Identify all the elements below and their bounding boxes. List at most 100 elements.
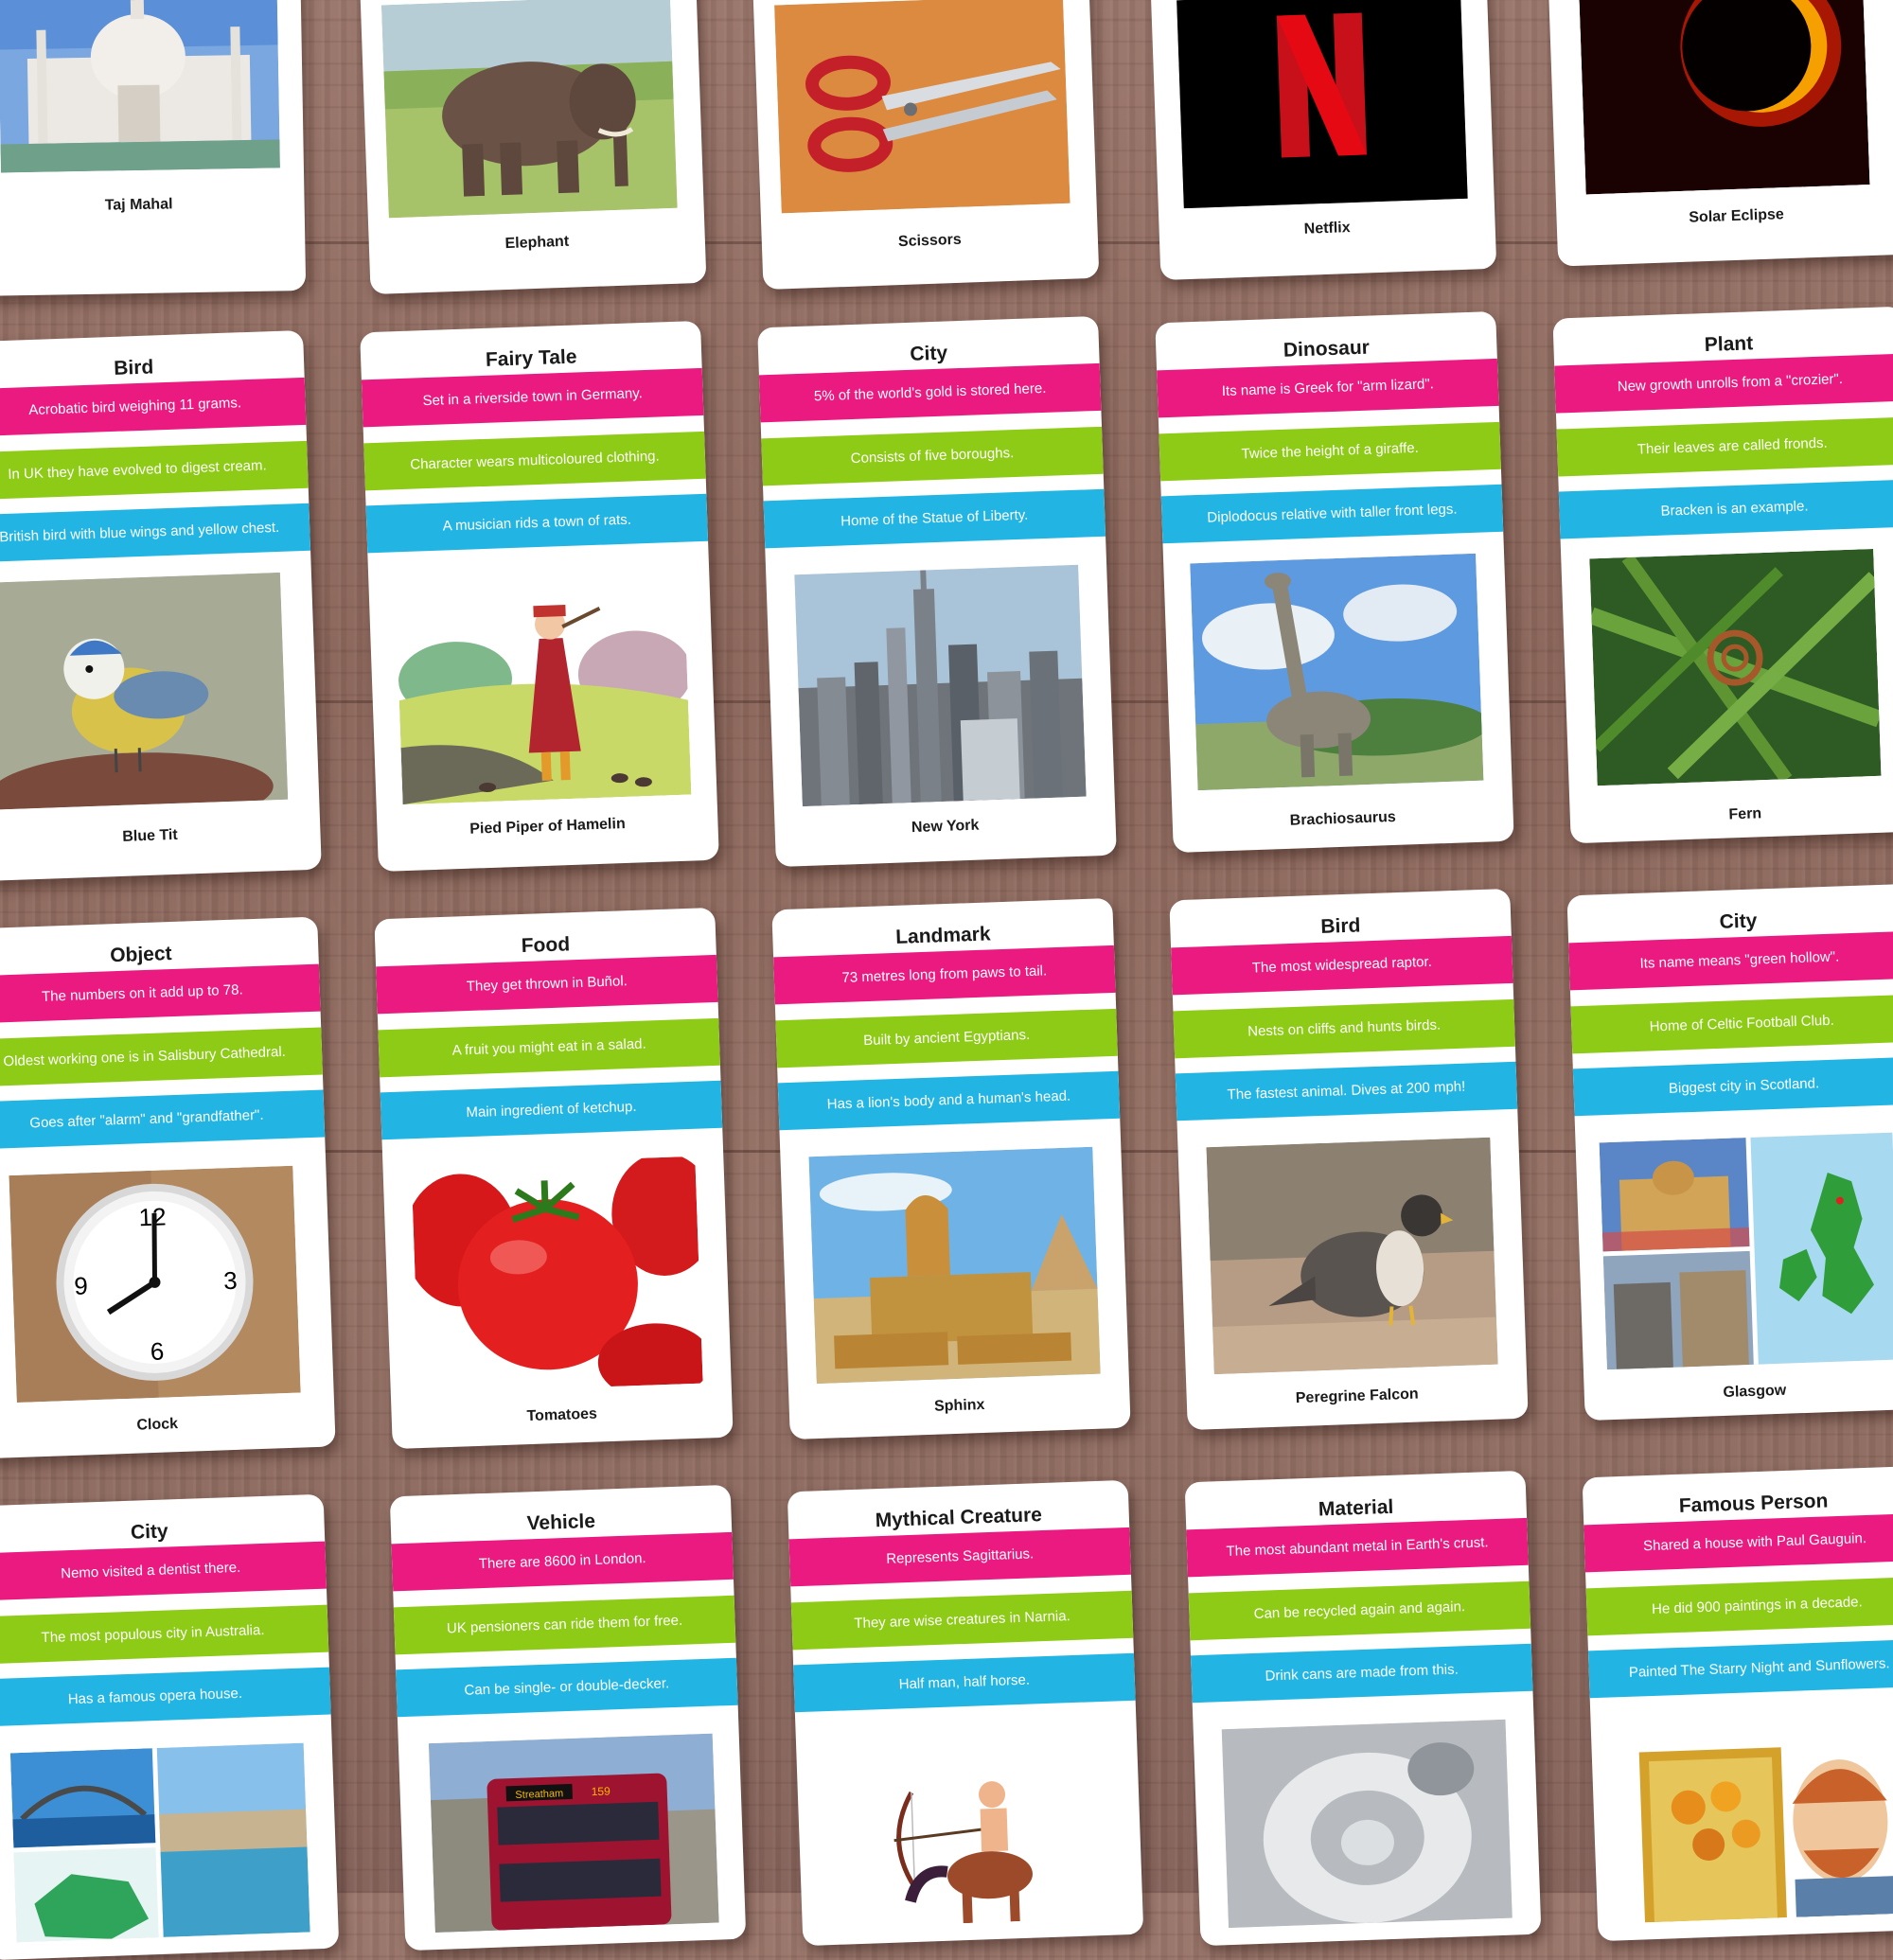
clue-1: Acrobatic bird weighing 11 grams. (0, 377, 307, 437)
clue-3: Goes after "alarm" and "grandfather". (0, 1089, 326, 1150)
clue-2: Twice the height of a giraffe. (1159, 421, 1501, 482)
card-answer: Pied Piper of Hamelin (469, 815, 626, 838)
netflix-logo (1176, 0, 1468, 209)
clue-3: Main ingredient of ketchup. (380, 1080, 723, 1140)
clue-2: Home of Celtic Football Club. (1570, 994, 1893, 1054)
clue-3: Painted The Starry Night and Sunflowers. (1587, 1638, 1893, 1699)
clue-2: Can be recycled again and again. (1188, 1580, 1531, 1641)
clue-1: The numbers on it add up to 78. (0, 963, 321, 1024)
clue-2: Built by ancient Egyptians. (775, 1008, 1118, 1068)
clue-2: He did 900 paintings in a decade. (1585, 1576, 1893, 1636)
clue-3: Biggest city in Scotland. (1572, 1056, 1893, 1117)
clue-2: In UK they have evolved to digest cream. (0, 440, 309, 501)
centaur-illustration (823, 1728, 1115, 1929)
clue-3: Half man, half horse. (793, 1652, 1136, 1713)
card-city-sydney[interactable]: City Nemo visited a dentist there. The m… (0, 1493, 340, 1960)
clue-2: UK pensioners can ride them for free. (393, 1595, 736, 1655)
clue-3: Can be single- or double-decker. (396, 1657, 738, 1718)
card-answer: Clock (136, 1416, 179, 1434)
solar-eclipse-photo (1579, 0, 1870, 195)
glasgow-collage (1599, 1132, 1893, 1370)
card-bird-falcon[interactable]: Bird The most widespread raptor. Nests o… (1169, 888, 1529, 1431)
taj-mahal-photo (0, 0, 280, 173)
clue-3: Has a lion's body and a human's head. (777, 1070, 1121, 1131)
clue-3: Home of the Statue of Liberty. (763, 488, 1106, 549)
clue-2: They are wise creatures in Narnia. (790, 1590, 1134, 1651)
clue-2: Consists of five boroughs. (761, 426, 1104, 486)
tomatoes-photo (411, 1156, 703, 1394)
clue-3: Has a famous opera house. (0, 1667, 331, 1727)
card-answer: Fern (1728, 805, 1762, 823)
clue-1: New growth unrolls from a "crozier". (1554, 353, 1893, 414)
clue-3: A musician rids a town of rats. (365, 493, 709, 554)
fern-photo (1589, 548, 1882, 786)
card-fairy-tale[interactable]: Fairy Tale Set in a riverside town in Ge… (360, 320, 719, 873)
clue-1: 5% of the world's gold is stored here. (758, 362, 1102, 423)
card-scissors[interactable]: Scissors (751, 0, 1100, 291)
card-plant[interactable]: Plant New growth unrolls from a "crozier… (1552, 306, 1893, 844)
clock-photo: 12 3 6 9 (9, 1165, 301, 1404)
clue-3: Drink cans are made from this. (1190, 1643, 1533, 1704)
card-answer: Taj Mahal (104, 196, 173, 214)
clue-1: Set in a riverside town in Germany. (361, 367, 704, 428)
clue-1: 73 metres long from paws to tail. (773, 945, 1116, 1005)
card-netflix[interactable]: Netflix (1148, 0, 1497, 281)
brachiosaurus-illustration (1190, 553, 1484, 791)
clue-3: Diplodocus relative with taller front le… (1160, 484, 1504, 544)
card-taj-mahal[interactable]: Taj Mahal (0, 0, 307, 297)
clue-3: British bird with blue wings and yellow … (0, 503, 311, 563)
card-answer: Brachiosaurus (1289, 808, 1397, 829)
card-answer: Netflix (1303, 220, 1351, 238)
clue-1: Nemo visited a dentist there. (0, 1541, 327, 1601)
van-gogh-illustration (1628, 1714, 1893, 1923)
card-material[interactable]: Material The most abundant metal in Eart… (1184, 1470, 1542, 1947)
card-dinosaur[interactable]: Dinosaur Its name is Greek for "arm liza… (1155, 310, 1514, 854)
clue-1: They get thrown in Buñol. (376, 954, 718, 1015)
pied-piper-illustration (395, 567, 692, 805)
card-answer: Scissors (897, 231, 963, 251)
svg-text:3: 3 (223, 1266, 239, 1295)
bus-destination-sign: Streatham (515, 1788, 563, 1801)
bus-route-number: 159 (591, 1784, 610, 1798)
card-mythical-creature[interactable]: Mythical Creature Represents Sagittarius… (787, 1479, 1144, 1947)
card-answer: Sphinx (933, 1396, 985, 1415)
clue-1: Its name is Greek for "arm lizard". (1157, 358, 1499, 418)
blue-tit-photo (0, 572, 289, 810)
card-city-glasgow[interactable]: City Its name means "green hollow". Home… (1566, 883, 1893, 1421)
card-answer: Solar Eclipse (1689, 206, 1785, 226)
clue-1: There are 8600 in London. (391, 1531, 734, 1592)
clue-3: Bracken is an example. (1558, 479, 1893, 539)
clue-2: Their leaves are called fronds. (1556, 416, 1893, 477)
card-vehicle[interactable]: Vehicle There are 8600 in London. UK pen… (389, 1484, 747, 1951)
elephant-photo (380, 0, 678, 219)
clue-2: A fruit you might eat in a salad. (378, 1017, 720, 1078)
card-answer: Elephant (504, 233, 570, 253)
clue-1: Its name means "green hollow". (1568, 930, 1893, 991)
card-answer: Glasgow (1723, 1382, 1787, 1402)
card-city-new-york[interactable]: City 5% of the world's gold is stored he… (757, 315, 1117, 868)
card-elephant[interactable]: Elephant (358, 0, 707, 295)
peregrine-falcon-photo (1206, 1137, 1498, 1375)
card-famous-person[interactable]: Famous Person Shared a house with Paul G… (1582, 1465, 1893, 1942)
card-solar-eclipse[interactable]: Solar Eclipse (1546, 0, 1893, 267)
wooden-table: Taj Mahal Elephant Scissors Netflix Sola… (0, 0, 1893, 1960)
clue-1: The most widespread raptor. (1171, 935, 1513, 996)
clue-1: The most abundant metal in Earth's crust… (1186, 1517, 1529, 1578)
card-landmark[interactable]: Landmark 73 metres long from paws to tai… (771, 897, 1131, 1440)
card-bird-blue-tit[interactable]: Bird Acrobatic bird weighing 11 grams. I… (0, 329, 322, 882)
aluminium-can-photo (1221, 1719, 1513, 1929)
card-answer: Peregrine Falcon (1295, 1386, 1419, 1407)
clue-2: The most populous city in Australia. (0, 1604, 329, 1665)
svg-text:6: 6 (150, 1337, 165, 1366)
clue-3: The fastest animal. Dives at 200 mph! (1175, 1061, 1518, 1121)
clue-2: Character wears multicoloured clothing. (363, 431, 706, 491)
clue-2: Oldest working one is in Salisbury Cathe… (0, 1027, 323, 1087)
card-answer: Tomatoes (526, 1405, 598, 1425)
sphinx-photo (808, 1146, 1101, 1385)
scissors-photo (774, 0, 1070, 214)
card-answer: Blue Tit (122, 826, 178, 845)
svg-text:9: 9 (74, 1271, 89, 1299)
clue-1: Represents Sagittarius. (788, 1527, 1132, 1587)
card-object-clock[interactable]: Object The numbers on it add up to 78. O… (0, 916, 336, 1459)
card-food[interactable]: Food They get thrown in Buñol. A fruit y… (374, 907, 734, 1450)
